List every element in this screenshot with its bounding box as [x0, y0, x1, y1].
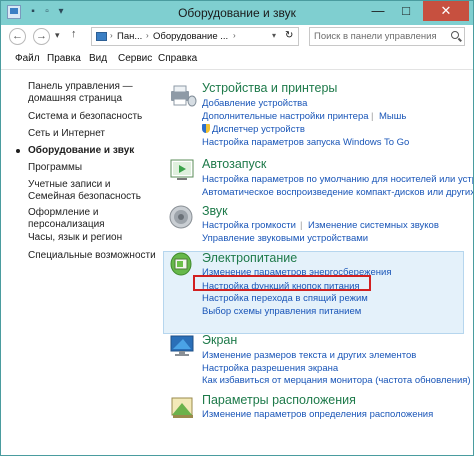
refresh-rate-link[interactable]: Как избавиться от мерцания монитора (час… [202, 375, 471, 386]
printer-devices-icon [171, 85, 197, 107]
sidebar-item-hardware-sound: Оборудование и звук [28, 145, 135, 156]
sound-devices-link[interactable]: Управление звуковыми устройствами [202, 233, 368, 244]
address-control-panel-icon [96, 32, 107, 41]
mouse-link[interactable]: Мышь [379, 111, 406, 122]
printer-settings-link[interactable]: Дополнительные настройки принтера [202, 111, 369, 122]
menu-view[interactable]: Вид [89, 53, 107, 64]
up-arrow-icon[interactable]: ↑ [71, 28, 77, 40]
recent-locations-icon[interactable]: ▾ [55, 30, 60, 41]
power-options-title[interactable]: Электропитание [202, 251, 297, 265]
windows-to-go-link[interactable]: Настройка параметров запуска Windows To … [202, 137, 409, 148]
sidebar: Панель управления — домашняя страница Си… [1, 70, 161, 455]
location-settings-link[interactable]: Изменение параметров определения располо… [202, 409, 433, 420]
location-settings-icon [171, 397, 193, 418]
address-bar[interactable]: › Пан... › Оборудование ... › ▾ ↻ [91, 27, 299, 46]
main-content: Устройства и принтеры Добавление устройс… [161, 70, 473, 455]
sidebar-item-programs[interactable]: Программы [28, 162, 156, 174]
minimize-button[interactable]: — [365, 1, 391, 21]
breadcrumb-separator-icon[interactable]: › [146, 31, 149, 40]
active-bullet-icon [16, 149, 20, 153]
navigation-bar: ← → ▾ ↑ › Пан... › Оборудование ... › ▾ … [1, 25, 473, 49]
breadcrumb-dropdown-icon[interactable]: › [233, 31, 236, 40]
speaker-icon [169, 205, 193, 229]
address-dropdown-icon[interactable]: ▾ [272, 31, 276, 40]
sidebar-item-clock-region[interactable]: Часы, язык и регион [28, 232, 156, 244]
menu-bar: Файл Правка Вид Сервис Справка [1, 49, 473, 70]
device-manager-link[interactable]: Диспетчер устройств [202, 124, 305, 135]
refresh-icon[interactable]: ↻ [285, 30, 293, 41]
sidebar-item-personalization[interactable]: Оформление и персонализация [28, 207, 156, 231]
autoplay-icon [170, 159, 194, 180]
link-separator: | [371, 111, 374, 122]
display-title[interactable]: Экран [202, 333, 237, 347]
search-box[interactable] [309, 27, 465, 46]
annotation-highlight-box [193, 275, 371, 291]
forward-button[interactable]: → [33, 28, 50, 45]
menu-tools[interactable]: Сервис [118, 53, 152, 64]
devices-printers-title[interactable]: Устройства и принтеры [202, 81, 337, 95]
sleep-settings-link[interactable]: Настройка перехода в спящий режим [202, 293, 368, 304]
autoplay-cds-link[interactable]: Автоматическое воспроизведение компакт-д… [202, 187, 473, 198]
text-size-link[interactable]: Изменение размеров текста и других элеме… [202, 350, 416, 361]
power-plan-link[interactable]: Выбор схемы управления питанием [202, 306, 361, 317]
system-sounds-link[interactable]: Изменение системных звуков [308, 220, 439, 231]
maximize-button[interactable]: □ [393, 1, 419, 21]
breadcrumb-hardware-sound[interactable]: Оборудование ... [153, 31, 228, 42]
sidebar-item-network[interactable]: Сеть и Интернет [28, 128, 156, 140]
monitor-icon [170, 335, 194, 356]
link-separator: | [300, 220, 303, 231]
title-bar[interactable]: ▪ ▫ ▾ Оборудование и звук — □ ✕ [1, 1, 473, 25]
search-icon[interactable] [451, 31, 459, 39]
location-settings-title[interactable]: Параметры расположения [202, 393, 356, 407]
close-button[interactable]: ✕ [423, 1, 469, 21]
autoplay-title[interactable]: Автозапуск [202, 157, 266, 171]
volume-link[interactable]: Настройка громкости [202, 220, 296, 231]
autoplay-defaults-link[interactable]: Настройка параметров по умолчанию для но… [202, 174, 473, 185]
back-button[interactable]: ← [9, 28, 26, 45]
breadcrumb-separator-icon[interactable]: › [110, 31, 113, 40]
menu-edit[interactable]: Правка [47, 53, 81, 64]
sidebar-item-user-accounts[interactable]: Учетные записи и Семейная безопасность [28, 179, 156, 203]
control-panel-window: ▪ ▫ ▾ Оборудование и звук — □ ✕ ← → ▾ ↑ … [0, 0, 474, 456]
menu-file[interactable]: Файл [15, 53, 40, 64]
sidebar-item-system-security[interactable]: Система и безопасность [28, 111, 156, 123]
device-manager-label: Диспетчер устройств [212, 124, 305, 135]
power-battery-icon [170, 252, 192, 276]
uac-shield-icon [202, 124, 210, 133]
screen-resolution-link[interactable]: Настройка разрешения экрана [202, 363, 338, 374]
menu-help[interactable]: Справка [158, 53, 197, 64]
sound-title[interactable]: Звук [202, 204, 228, 218]
breadcrumb-control-panel[interactable]: Пан... [117, 31, 142, 42]
sidebar-item-control-panel-home[interactable]: Панель управления — домашняя страница [28, 81, 156, 105]
search-input[interactable] [314, 30, 444, 43]
add-device-link[interactable]: Добавление устройства [202, 98, 307, 109]
sidebar-item-accessibility[interactable]: Специальные возможности [28, 250, 156, 262]
